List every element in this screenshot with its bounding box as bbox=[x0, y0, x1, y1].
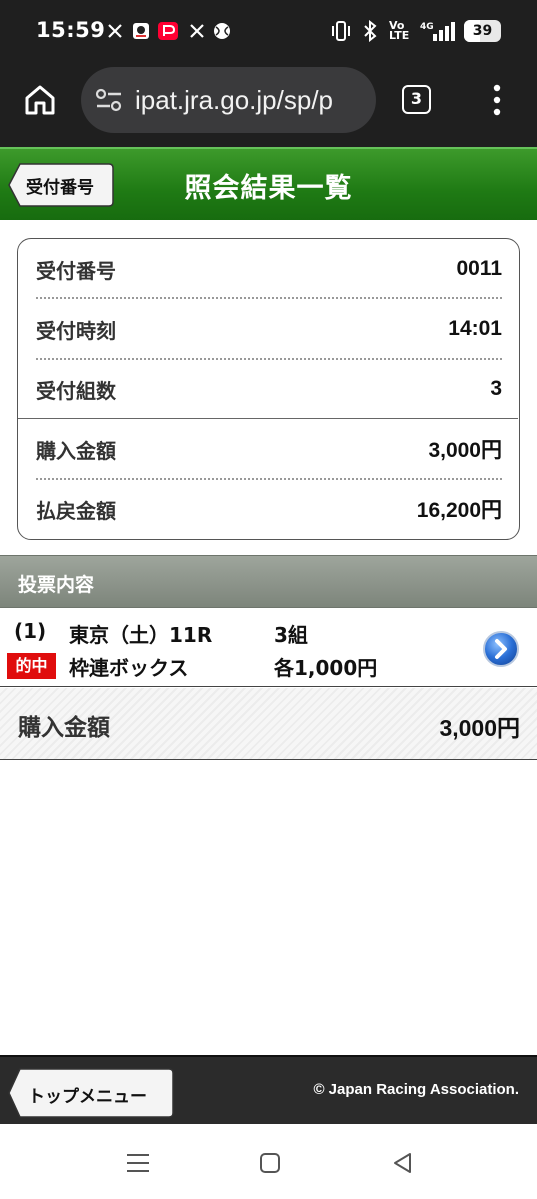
summary-label: 購入金額 bbox=[36, 438, 116, 463]
app-icon bbox=[131, 21, 151, 41]
summary-value: 14:01 bbox=[448, 317, 502, 340]
bet-combos: 3組 bbox=[274, 623, 308, 647]
browser-toolbar: ipat.jra.go.jp/sp/p 3 bbox=[0, 62, 537, 147]
status-time: 15:59 bbox=[36, 18, 106, 42]
summary-row-purchase-amount: 購入金額 3,000円 bbox=[36, 419, 502, 479]
summary-box: 受付番号 0011 受付時刻 14:01 受付組数 3 購入金額 3,000円 … bbox=[17, 238, 520, 540]
ball-icon bbox=[212, 21, 232, 41]
top-menu-button[interactable]: トップメニュー bbox=[8, 1068, 174, 1118]
home-nav-icon[interactable] bbox=[257, 1150, 283, 1176]
summary-row-receipt-number: 受付番号 0011 bbox=[36, 239, 502, 299]
bet-race: 東京（土）11R bbox=[69, 623, 213, 647]
x-icon bbox=[106, 21, 124, 41]
summary-label: 受付組数 bbox=[36, 378, 116, 403]
vibrate-icon bbox=[330, 21, 352, 41]
more-menu-icon[interactable] bbox=[490, 82, 504, 118]
summary-label: 払戻金額 bbox=[36, 498, 116, 523]
summary-label: 受付時刻 bbox=[36, 318, 116, 343]
status-bar: 15:59 Vo LTE 4G 39 bbox=[0, 0, 537, 62]
total-row: 購入金額 3,000円 bbox=[0, 688, 537, 760]
url-text: ipat.jra.go.jp/sp/p bbox=[135, 85, 334, 115]
home-icon[interactable] bbox=[22, 82, 58, 118]
site-settings-icon[interactable] bbox=[95, 88, 123, 112]
summary-value: 3,000円 bbox=[428, 439, 502, 462]
total-value: 3,000円 bbox=[439, 715, 520, 741]
summary-row-payout-amount: 払戻金額 16,200円 bbox=[36, 479, 502, 539]
bet-list-item[interactable]: (1) 東京（土）11R 3組 的中 枠連ボックス 各1,000円 bbox=[0, 609, 537, 687]
paypay-icon bbox=[157, 21, 179, 41]
summary-row-receipt-time: 受付時刻 14:01 bbox=[36, 299, 502, 359]
battery-indicator: 39 bbox=[464, 20, 501, 42]
summary-value: 16,200円 bbox=[416, 499, 502, 522]
total-label: 購入金額 bbox=[18, 715, 110, 741]
section-header-bet-contents: 投票内容 bbox=[0, 555, 537, 608]
bluetooth-icon bbox=[360, 20, 380, 42]
url-bar[interactable]: ipat.jra.go.jp/sp/p bbox=[81, 67, 376, 133]
summary-value: 3 bbox=[490, 377, 502, 400]
system-nav-bar bbox=[0, 1124, 537, 1199]
tab-switcher-button[interactable]: 3 bbox=[402, 85, 431, 114]
app-header: 受付番号 照会結果一覧 bbox=[0, 147, 537, 220]
summary-value: 0011 bbox=[456, 257, 502, 280]
hit-badge: 的中 bbox=[7, 653, 56, 679]
chevron-right-icon[interactable] bbox=[482, 630, 520, 668]
copyright-text: © Japan Racing Association. bbox=[313, 1081, 519, 1098]
bet-amount: 各1,000円 bbox=[274, 656, 378, 680]
volte-icon: Vo LTE bbox=[389, 19, 410, 42]
signal-4g-icon: 4G bbox=[420, 21, 458, 41]
top-menu-label: トップメニュー bbox=[28, 1087, 147, 1107]
bet-number: (1) bbox=[14, 619, 47, 643]
summary-label: 受付番号 bbox=[36, 258, 116, 283]
summary-row-combination-count: 受付組数 3 bbox=[36, 359, 502, 419]
recent-apps-icon[interactable] bbox=[125, 1150, 151, 1176]
page-title: 照会結果一覧 bbox=[184, 173, 353, 204]
x-icon bbox=[188, 21, 206, 41]
footer: トップメニュー © Japan Racing Association. bbox=[0, 1055, 537, 1124]
back-nav-icon[interactable] bbox=[390, 1150, 416, 1176]
bet-type: 枠連ボックス bbox=[69, 656, 189, 680]
section-title: 投票内容 bbox=[18, 574, 95, 596]
svg-text:4G: 4G bbox=[420, 22, 434, 32]
